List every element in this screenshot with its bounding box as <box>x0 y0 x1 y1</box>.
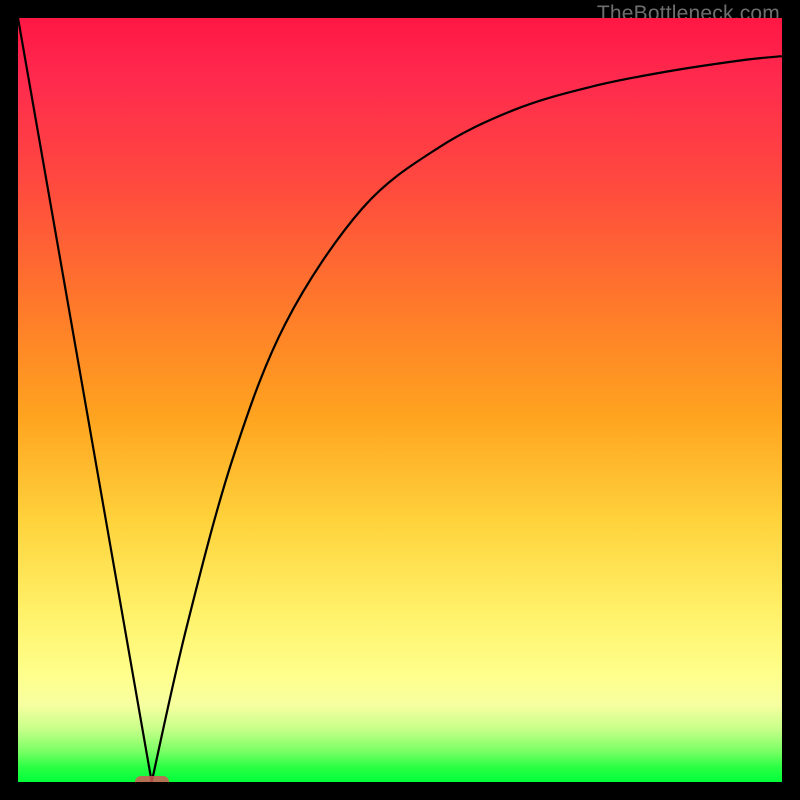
plot-area <box>18 18 782 782</box>
chart-frame: TheBottleneck.com <box>0 0 800 800</box>
bottleneck-curve <box>18 18 782 782</box>
curve-svg <box>18 18 782 782</box>
minimum-marker <box>135 776 169 782</box>
